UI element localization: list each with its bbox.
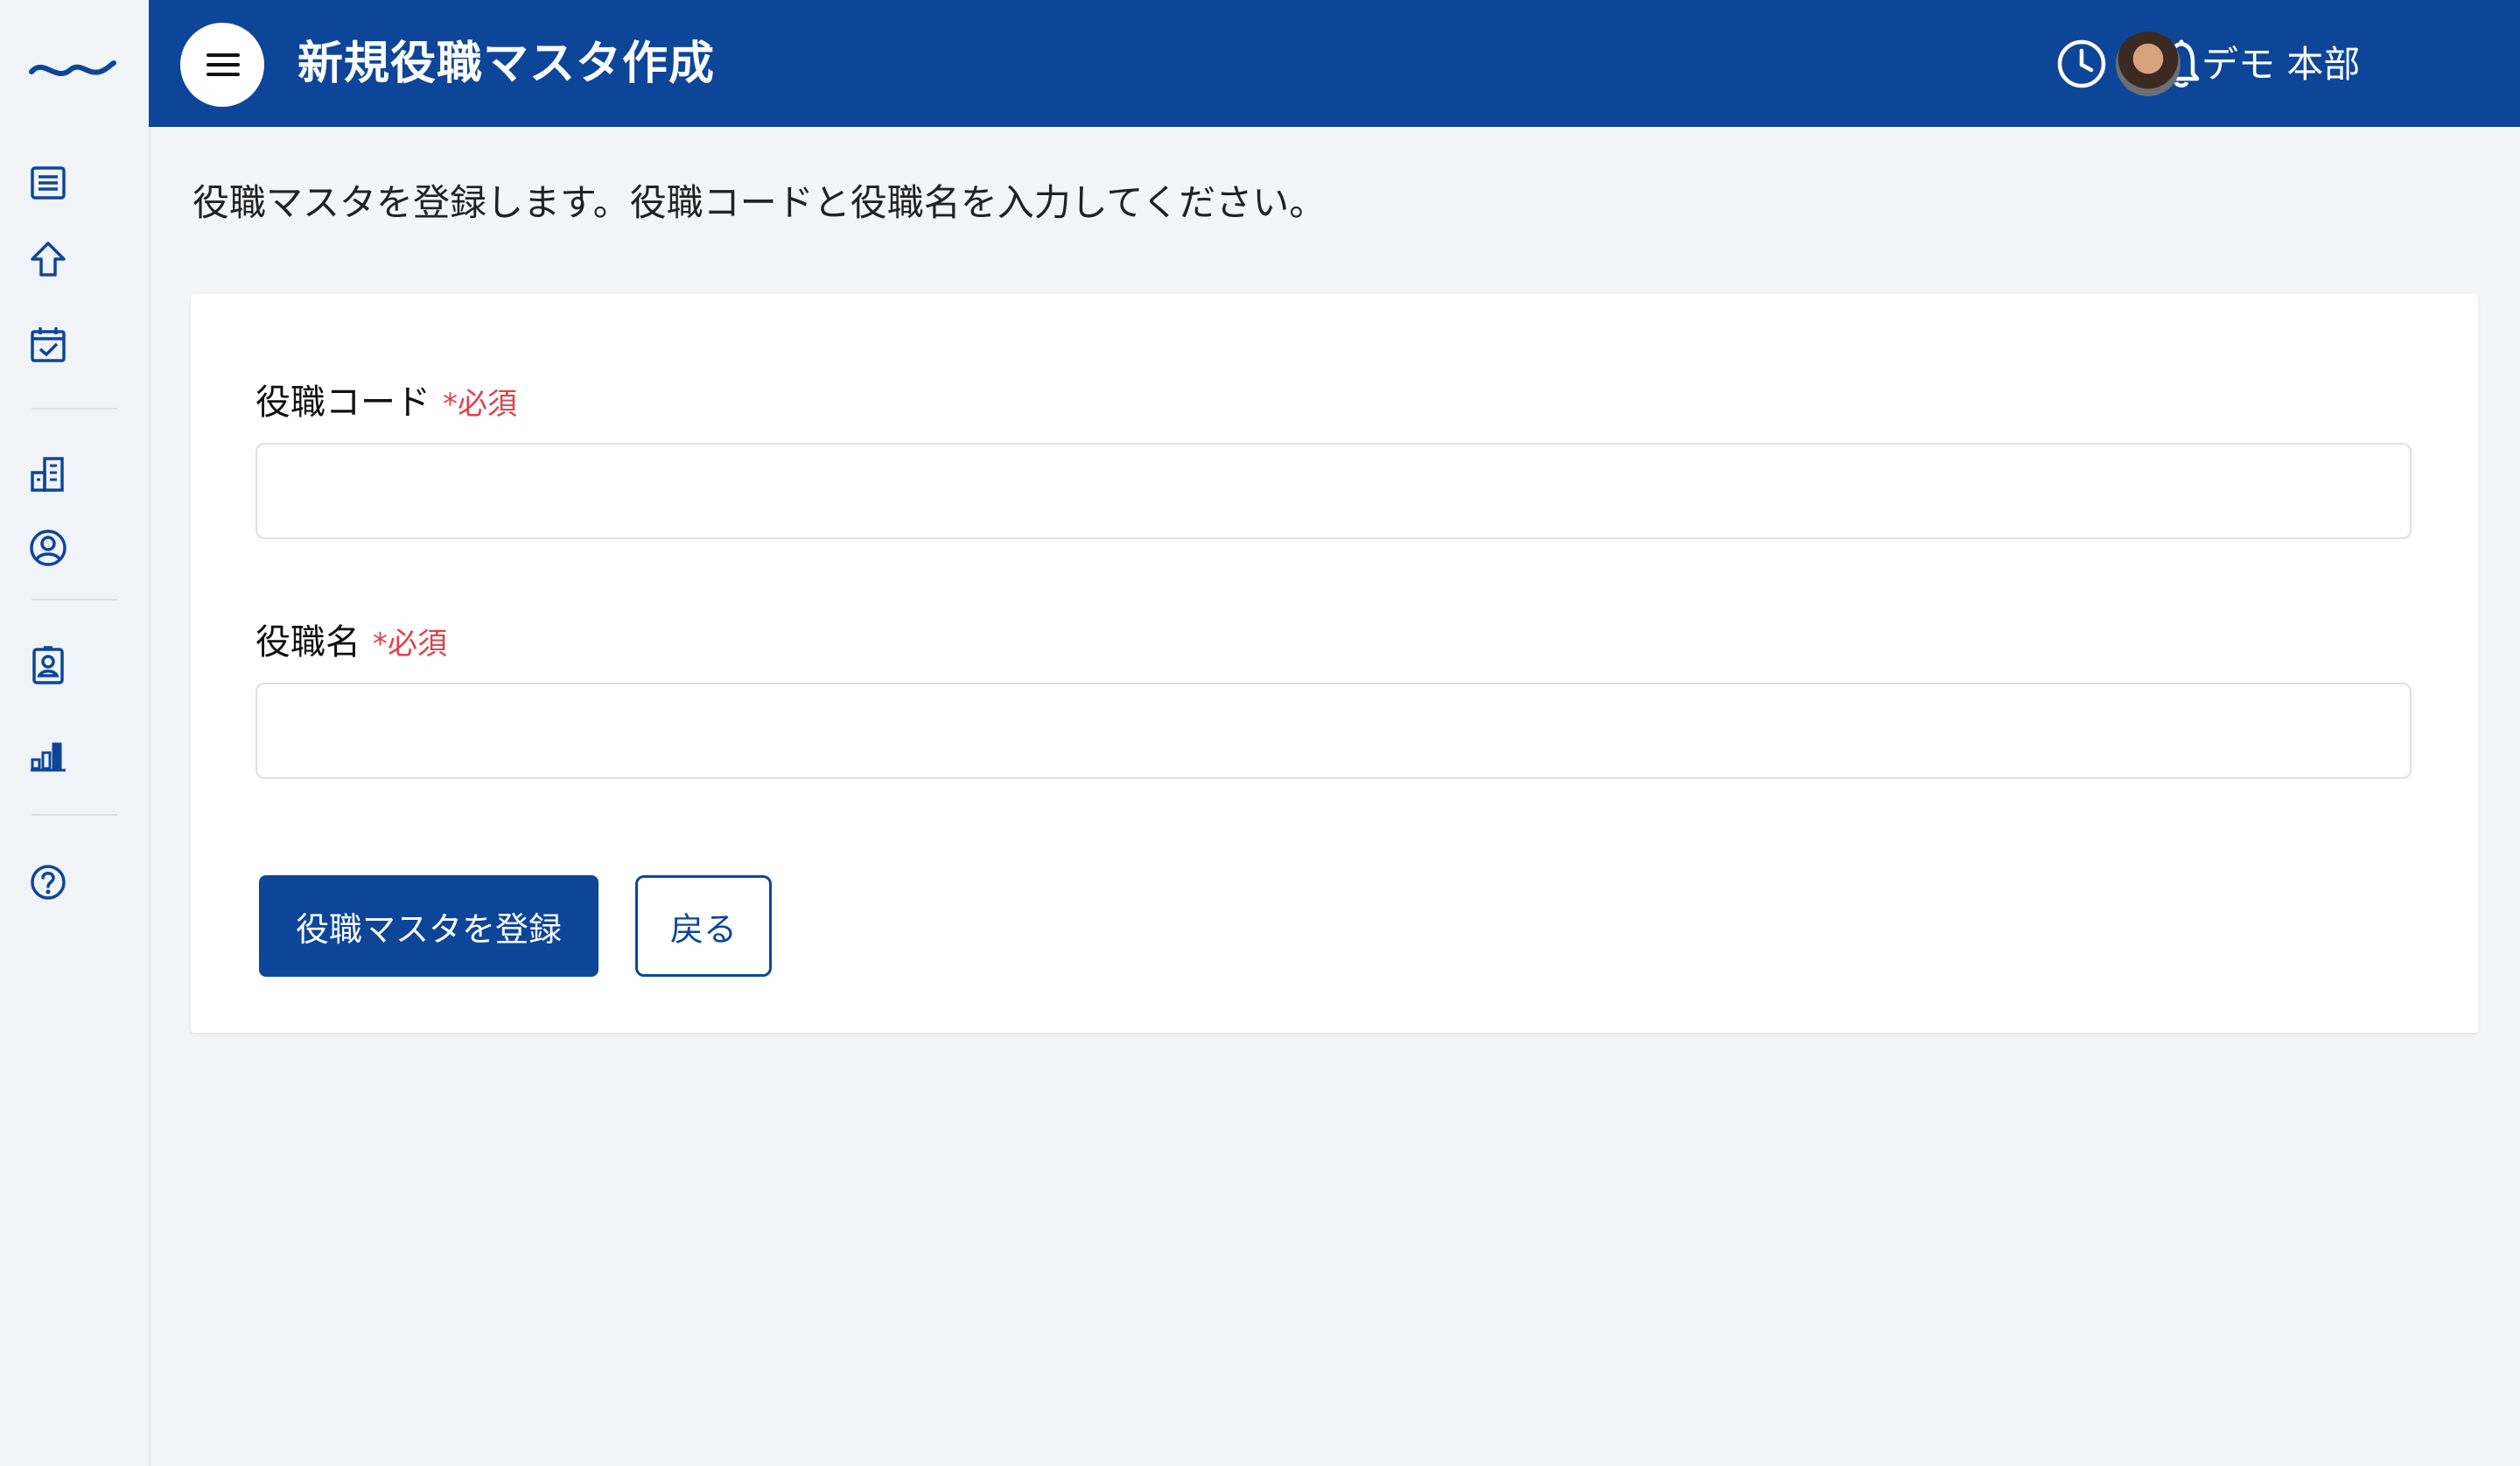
page-description: 役職マスタを登録します。役職コードと役職名を入力してください。 xyxy=(192,181,1326,224)
app-header: 新規役職マスタ作成 デモ 本部 xyxy=(149,0,2520,127)
register-button[interactable]: 役職マスタを登録 xyxy=(259,875,598,977)
position-name-input[interactable] xyxy=(256,683,2412,779)
user-name[interactable]: デモ 本部 xyxy=(2202,40,2360,89)
user-circle-icon[interactable] xyxy=(25,525,71,571)
avatar[interactable] xyxy=(2116,32,2180,96)
hamburger-icon[interactable] xyxy=(180,23,264,107)
page-title: 新規役職マスタ作成 xyxy=(298,38,716,90)
help-icon[interactable] xyxy=(25,859,71,905)
sidebar xyxy=(0,0,150,1466)
sidebar-divider xyxy=(32,408,117,410)
position-code-label: 役職コード *必須 xyxy=(256,378,517,429)
home-arrow-icon[interactable] xyxy=(25,236,71,282)
clock-icon[interactable] xyxy=(2054,37,2109,91)
list-icon[interactable] xyxy=(25,161,71,207)
required-badge: *必須 xyxy=(373,627,447,662)
back-button[interactable]: 戻る xyxy=(635,875,772,977)
required-badge: *必須 xyxy=(443,387,517,422)
building-icon[interactable] xyxy=(25,452,71,497)
position-code-label-text: 役職コード xyxy=(256,382,430,423)
position-code-input[interactable] xyxy=(256,443,2412,539)
bar-chart-icon[interactable] xyxy=(25,732,71,777)
sidebar-divider xyxy=(32,814,117,816)
calendar-check-icon[interactable] xyxy=(25,322,71,368)
form-card: 役職コード *必須 役職名 *必須 役職マスタを登録 戻る xyxy=(191,294,2478,1033)
sidebar-divider xyxy=(32,599,117,600)
logo[interactable] xyxy=(26,46,117,86)
position-name-label: 役職名 *必須 xyxy=(256,618,447,669)
id-card-icon[interactable] xyxy=(25,642,71,688)
position-name-label-text: 役職名 xyxy=(256,622,360,663)
